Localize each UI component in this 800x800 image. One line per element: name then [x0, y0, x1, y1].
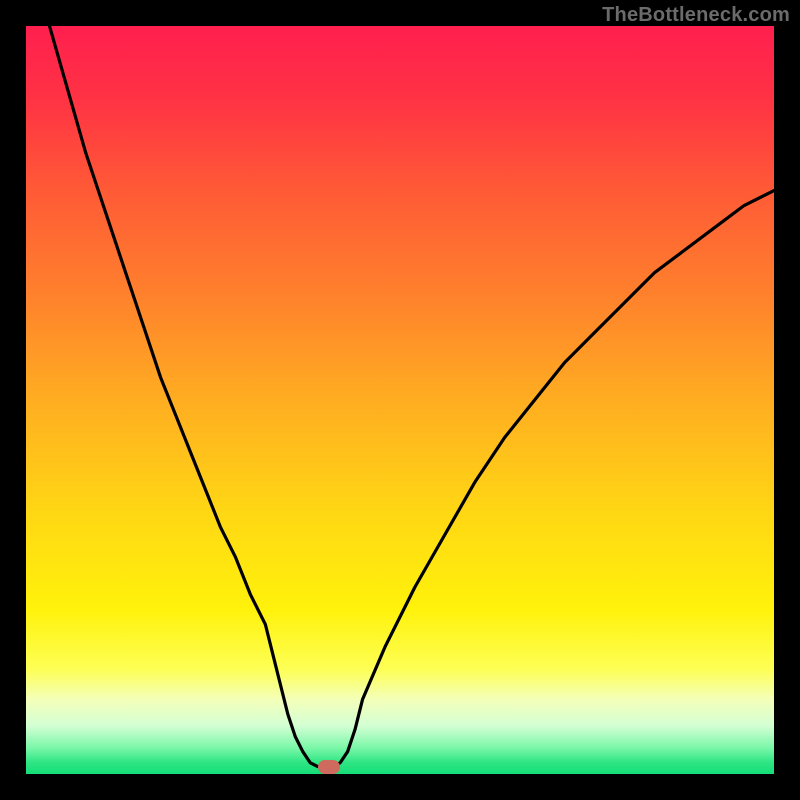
optimum-marker	[318, 760, 340, 774]
watermark-text: TheBottleneck.com	[602, 4, 790, 27]
gradient-background	[26, 26, 774, 774]
chart-frame	[26, 26, 774, 774]
bottleneck-chart	[26, 26, 774, 774]
